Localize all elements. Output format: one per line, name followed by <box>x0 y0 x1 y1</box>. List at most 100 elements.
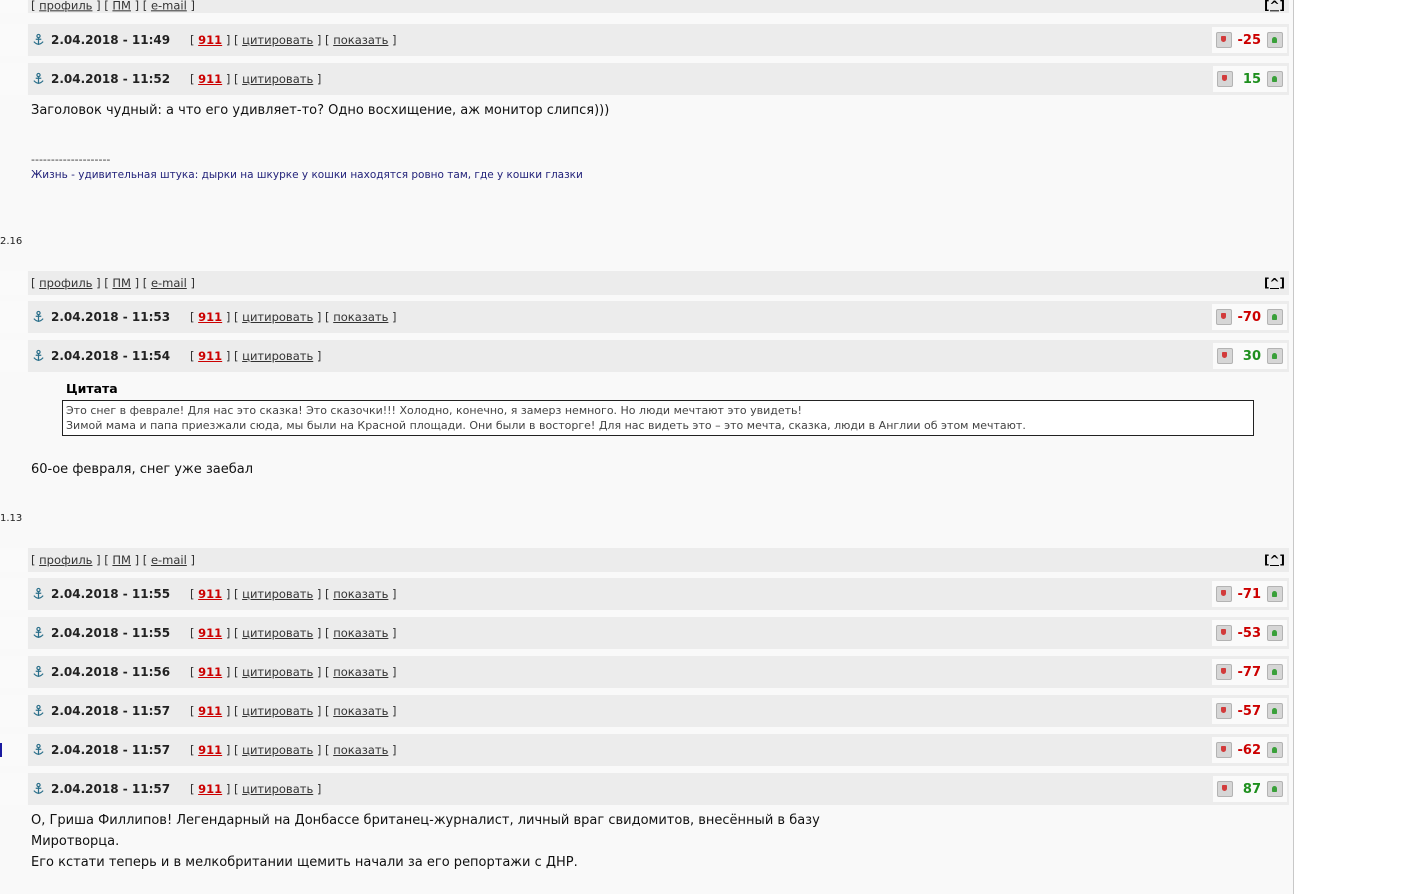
post-header: 2.04.2018 - 11:57 [ 911 ] [ цитировать ]… <box>0 773 1293 805</box>
vote-box: -25 <box>1211 27 1287 53</box>
profile-bar: [ профиль ] [ ПМ ] [ e-mail ] [^] <box>0 548 1293 572</box>
vote-box: -57 <box>1211 698 1287 724</box>
quote-link[interactable]: цитировать <box>242 587 313 601</box>
scroll-top-link[interactable]: [^] <box>1264 0 1285 12</box>
post-score: -71 <box>1237 586 1262 602</box>
report-link[interactable]: 911 <box>198 782 222 796</box>
anchor-icon[interactable] <box>32 33 45 46</box>
anchor-icon[interactable] <box>32 704 45 717</box>
profile-links: [ профиль ] [ ПМ ] [ e-mail ] <box>31 276 195 290</box>
post-header: 2.04.2018 - 11:49 [ 911 ] [ цитировать ]… <box>0 24 1293 56</box>
thumbs-down-icon[interactable] <box>1215 664 1232 680</box>
scroll-top-link[interactable]: [^] <box>1264 276 1285 290</box>
thumbs-up-icon[interactable] <box>1267 586 1283 602</box>
thumbs-up-icon[interactable] <box>1267 664 1283 680</box>
report-link[interactable]: 911 <box>198 743 222 757</box>
quote-link[interactable]: цитировать <box>242 626 313 640</box>
profile-link[interactable]: профиль <box>39 0 92 12</box>
post-date: 2.04.2018 - 11:57 <box>51 782 171 796</box>
show-link[interactable]: показать <box>333 665 388 679</box>
anchor-icon[interactable] <box>32 743 45 756</box>
quote-link[interactable]: цитировать <box>242 782 313 796</box>
vote-box: -62 <box>1211 737 1287 763</box>
thumbs-down-icon[interactable] <box>1215 32 1232 48</box>
report-link[interactable]: 911 <box>198 587 222 601</box>
profile-link[interactable]: профиль <box>39 553 92 567</box>
report-link[interactable]: 911 <box>198 704 222 718</box>
quote-title: Цитата <box>66 381 118 396</box>
post-actions: [ 911 ] [ цитировать ] <box>190 72 322 86</box>
anchor-icon[interactable] <box>32 310 45 323</box>
post-actions: [ 911 ] [ цитировать ] <box>190 349 322 363</box>
pm-link[interactable]: ПМ <box>112 0 131 12</box>
pm-link[interactable]: ПМ <box>112 553 131 567</box>
profile-bar: [ профиль ] [ ПМ ] [ e-mail ] [^] <box>0 271 1293 295</box>
email-link[interactable]: e-mail <box>151 0 187 12</box>
thumbs-down-icon[interactable] <box>1217 71 1233 87</box>
post-date: 2.04.2018 - 11:49 <box>51 33 171 47</box>
profile-links: [ профиль ] [ ПМ ] [ e-mail ] <box>31 0 195 12</box>
post-score: 30 <box>1242 348 1261 364</box>
thumbs-up-icon[interactable] <box>1267 309 1283 325</box>
quote-link[interactable]: цитировать <box>242 310 313 324</box>
anchor-icon[interactable] <box>32 626 45 639</box>
vote-box: -53 <box>1211 620 1287 646</box>
anchor-icon[interactable] <box>32 782 45 795</box>
thumbs-down-icon[interactable] <box>1215 625 1232 641</box>
quote-link[interactable]: цитировать <box>242 349 313 363</box>
thumbs-down-icon[interactable] <box>1215 742 1232 758</box>
quote-link[interactable]: цитировать <box>242 72 313 86</box>
thumbs-up-icon[interactable] <box>1267 348 1283 364</box>
quote-link[interactable]: цитировать <box>242 704 313 718</box>
post-actions: [ 911 ] [ цитировать ] [ показать ] <box>190 665 397 679</box>
thumbs-up-icon[interactable] <box>1267 703 1283 719</box>
anchor-icon[interactable] <box>32 665 45 678</box>
anchor-icon[interactable] <box>32 72 45 85</box>
quote-line: Зимой мама и папа приезжали сюда, мы был… <box>66 419 1026 432</box>
quote-link[interactable]: цитировать <box>242 33 313 47</box>
show-link[interactable]: показать <box>333 310 388 324</box>
post-date: 2.04.2018 - 11:57 <box>51 743 171 757</box>
vote-box: -77 <box>1211 659 1287 685</box>
vote-box: 30 <box>1213 343 1287 369</box>
thumbs-up-icon[interactable] <box>1267 742 1283 758</box>
vote-box: -70 <box>1211 304 1287 330</box>
thumbs-down-icon[interactable] <box>1217 348 1233 364</box>
report-link[interactable]: 911 <box>198 665 222 679</box>
show-link[interactable]: показать <box>333 626 388 640</box>
thumbs-down-icon[interactable] <box>1215 703 1232 719</box>
thumbs-up-icon[interactable] <box>1267 32 1283 48</box>
show-link[interactable]: показать <box>333 33 388 47</box>
report-link[interactable]: 911 <box>198 33 222 47</box>
report-link[interactable]: 911 <box>198 349 222 363</box>
show-link[interactable]: показать <box>333 743 388 757</box>
anchor-icon[interactable] <box>32 349 45 362</box>
thumbs-up-icon[interactable] <box>1267 71 1283 87</box>
post-date: 2.04.2018 - 11:52 <box>51 72 171 86</box>
post-text: 60-ое февраля, снег уже заебал <box>31 462 254 477</box>
post-actions: [ 911 ] [ цитировать ] [ показать ] <box>190 33 397 47</box>
thumbs-down-icon[interactable] <box>1215 309 1232 325</box>
report-link[interactable]: 911 <box>198 310 222 324</box>
post-date: 2.04.2018 - 11:53 <box>51 310 171 324</box>
email-link[interactable]: e-mail <box>151 553 187 567</box>
pm-link[interactable]: ПМ <box>112 276 131 290</box>
profile-link[interactable]: профиль <box>39 276 92 290</box>
vote-box: 15 <box>1213 66 1287 92</box>
quote-link[interactable]: цитировать <box>242 665 313 679</box>
report-link[interactable]: 911 <box>198 72 222 86</box>
quote-link[interactable]: цитировать <box>242 743 313 757</box>
post-score: 87 <box>1242 781 1261 797</box>
anchor-icon[interactable] <box>32 587 45 600</box>
post-date: 2.04.2018 - 11:55 <box>51 626 171 640</box>
show-link[interactable]: показать <box>333 704 388 718</box>
thumbs-up-icon[interactable] <box>1267 781 1283 797</box>
thumbs-down-icon[interactable] <box>1215 586 1232 602</box>
show-link[interactable]: показать <box>333 587 388 601</box>
thumbs-up-icon[interactable] <box>1267 625 1283 641</box>
email-link[interactable]: e-mail <box>151 276 187 290</box>
scroll-top-link[interactable]: [^] <box>1264 553 1285 567</box>
report-link[interactable]: 911 <box>198 626 222 640</box>
thumbs-down-icon[interactable] <box>1217 781 1233 797</box>
post-date: 2.04.2018 - 11:56 <box>51 665 171 679</box>
